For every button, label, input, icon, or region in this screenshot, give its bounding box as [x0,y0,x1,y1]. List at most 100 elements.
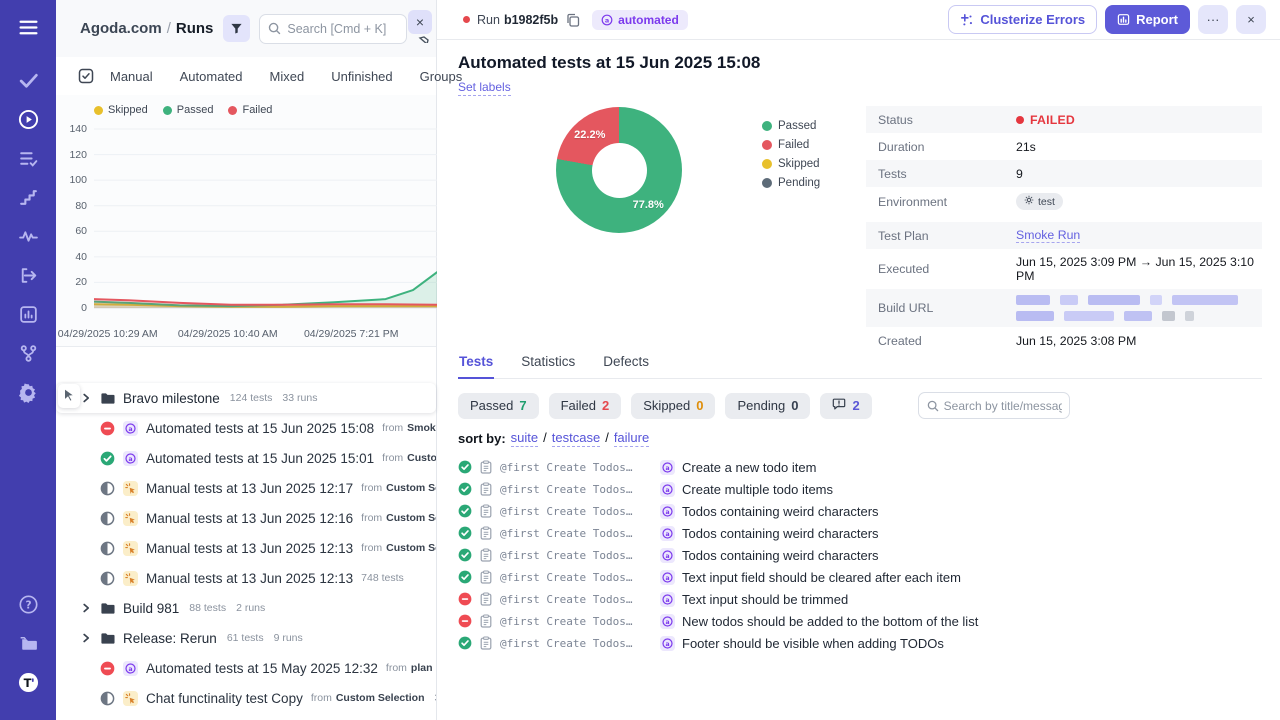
pin-icon[interactable] [418,36,430,43]
copy-run-id-button[interactable] [566,13,580,27]
automated-badge[interactable]: a automated [592,9,688,30]
folder-icon [100,391,115,406]
tests-search-input[interactable] [943,398,1062,413]
run-meta: 748 tests [361,572,404,584]
tab-manual[interactable]: Manual [110,69,153,84]
legend-item-passed[interactable]: Passed [162,104,213,116]
report-button[interactable]: Report [1105,5,1190,34]
runs-history-chart: Skipped Passed Failed 0 20 40 60 80 100 120 140 0… [56,95,437,347]
svg-text:?: ? [25,599,31,611]
test-row[interactable]: @first Create Todos… a Footer should be vi… [458,632,1262,654]
run-row[interactable]: Manual tests at 13 Jun 2025 12:17 from Cus… [56,473,436,503]
project-name[interactable]: Agoda.com [80,20,162,37]
folder-row[interactable]: Release: Rerun 61 tests 9 runs [56,623,436,653]
folder-title: Bravo milestone [123,390,220,406]
tab-mixed[interactable]: Mixed [270,69,305,84]
test-row[interactable]: @first Create Todos… a Todos containing we… [458,522,1262,544]
test-row[interactable]: @first Create Todos… a Todos containing we… [458,544,1262,566]
run-row[interactable]: Manual tests at 13 Jun 2025 12:13 from Cus… [56,533,436,563]
detail-row: Created Jun 15, 2025 3:08 PM [866,327,1262,354]
legend-label: Pending [778,177,821,189]
status-passed-icon [458,570,472,584]
run-from-label: from [382,452,404,464]
run-row[interactable]: Chat functinality test Copy from Custom Se… [56,683,436,713]
status-passed-icon [458,548,472,562]
play-circle-icon[interactable] [15,106,41,132]
run-row[interactable]: Manual tests at 13 Jun 2025 12:16 from Cus… [56,503,436,533]
run-row[interactable]: a Automated tests at 15 May 2025 12:32 fro… [56,653,436,683]
testomat-logo[interactable]: T [15,669,41,695]
suite-label: @first Create Todos… [500,460,633,474]
run-title: Automated tests at 15 May 2025 12:32 [146,660,378,676]
more-actions-button[interactable]: ··· [1198,5,1228,34]
x-tick-label: 04/29/2025 7:21 PM [303,328,399,340]
filter-pill-failed[interactable]: Failed 2 [548,392,622,419]
import-icon[interactable] [15,262,41,288]
filter-pill-skipped[interactable]: Skipped 0 [631,392,716,419]
y-tick-label: 0 [81,302,87,314]
tab-automated[interactable]: Automated [180,69,243,84]
sort-by-failure[interactable]: failure [613,430,650,447]
automated-icon: a [660,635,675,651]
close-panel-button[interactable]: × [408,10,432,34]
check-icon[interactable] [15,67,41,93]
folder-row[interactable]: Build 981 88 tests 2 runs [56,593,436,623]
tab-defects[interactable]: Defects [602,348,650,378]
test-plan-link[interactable]: Smoke Run [1016,228,1081,243]
sort-by-suite[interactable]: suite [510,430,539,447]
tab-tests[interactable]: Tests [458,348,495,379]
clipboard-icon [479,504,493,518]
run-row[interactable]: a Automated tests at 15 Jun 2025 15:01 fro… [56,443,436,473]
test-row[interactable]: @first Create Todos… a Todos containing we… [458,500,1262,522]
test-row[interactable]: @first Create Todos… a Text input should b… [458,588,1262,610]
automated-icon: a [660,459,675,475]
close-run-button[interactable]: × [1236,5,1266,34]
legend-item-skipped[interactable]: Skipped [94,104,148,116]
branch-icon[interactable] [15,340,41,366]
help-icon[interactable]: ? [15,591,41,617]
automated-icon: a [123,420,138,436]
legend-item-failed[interactable]: Failed [228,104,272,116]
x-tick-label: 04/29/2025 10:29 AM [57,328,158,340]
test-title: Text input should be trimmed [682,591,849,607]
filter-pill-pending[interactable]: Pending 0 [725,392,811,419]
menu-icon[interactable] [15,14,41,40]
folders-icon[interactable] [15,630,41,656]
gear-icon[interactable] [15,379,41,405]
filter-pill-passed[interactable]: Passed 7 [458,392,539,419]
steps-icon[interactable] [15,184,41,210]
chevron-right-icon[interactable] [80,602,92,614]
test-row[interactable]: @first Create Todos… a New todos should be… [458,610,1262,632]
status-dot [1016,115,1024,124]
detail-row: Build URL [866,289,1262,327]
clusterize-errors-button[interactable]: Clusterize Errors [948,5,1098,34]
chevron-right-icon[interactable] [80,392,92,404]
donut-legend-item-skipped: Skipped [762,158,840,170]
automated-icon: a [660,569,675,585]
test-row[interactable]: @first Create Todos… a Create a new todo i… [458,456,1262,478]
test-row[interactable]: @first Create Todos… a Create multiple tod… [458,478,1262,500]
chevron-right-icon[interactable] [80,632,92,644]
environment-badge[interactable]: > test [1016,193,1063,210]
legend-dot [762,178,772,188]
tab-unfinished[interactable]: Unfinished [331,69,392,84]
bar-chart-icon[interactable] [15,301,41,327]
test-row[interactable]: @first Create Todos… a Text input field sh… [458,566,1262,588]
tab-statistics[interactable]: Statistics [520,348,576,378]
pulse-icon[interactable] [15,223,41,249]
list-check-icon[interactable] [15,145,41,171]
runs-search-input[interactable] [287,21,398,36]
sort-by-testcase[interactable]: testcase [551,430,601,447]
run-row[interactable]: a Automated tests at 15 Jun 2025 15:08 fro… [56,413,436,443]
report-chart-icon [1117,14,1130,25]
run-from-label: from [361,512,383,524]
filter-pill-comments[interactable]: >2 [820,392,872,419]
tab-groups[interactable]: Groups [420,69,463,84]
run-meta: 2 runs [236,602,266,614]
folder-row[interactable]: Bravo milestone 124 tests 33 runs [56,383,436,413]
status-failed-icon [100,421,115,436]
section-name: Runs [175,20,214,37]
run-row[interactable]: Manual tests at 13 Jun 2025 12:13 748 tes… [56,563,436,593]
filter-button[interactable] [223,15,251,42]
checkbox-icon[interactable] [78,68,94,84]
